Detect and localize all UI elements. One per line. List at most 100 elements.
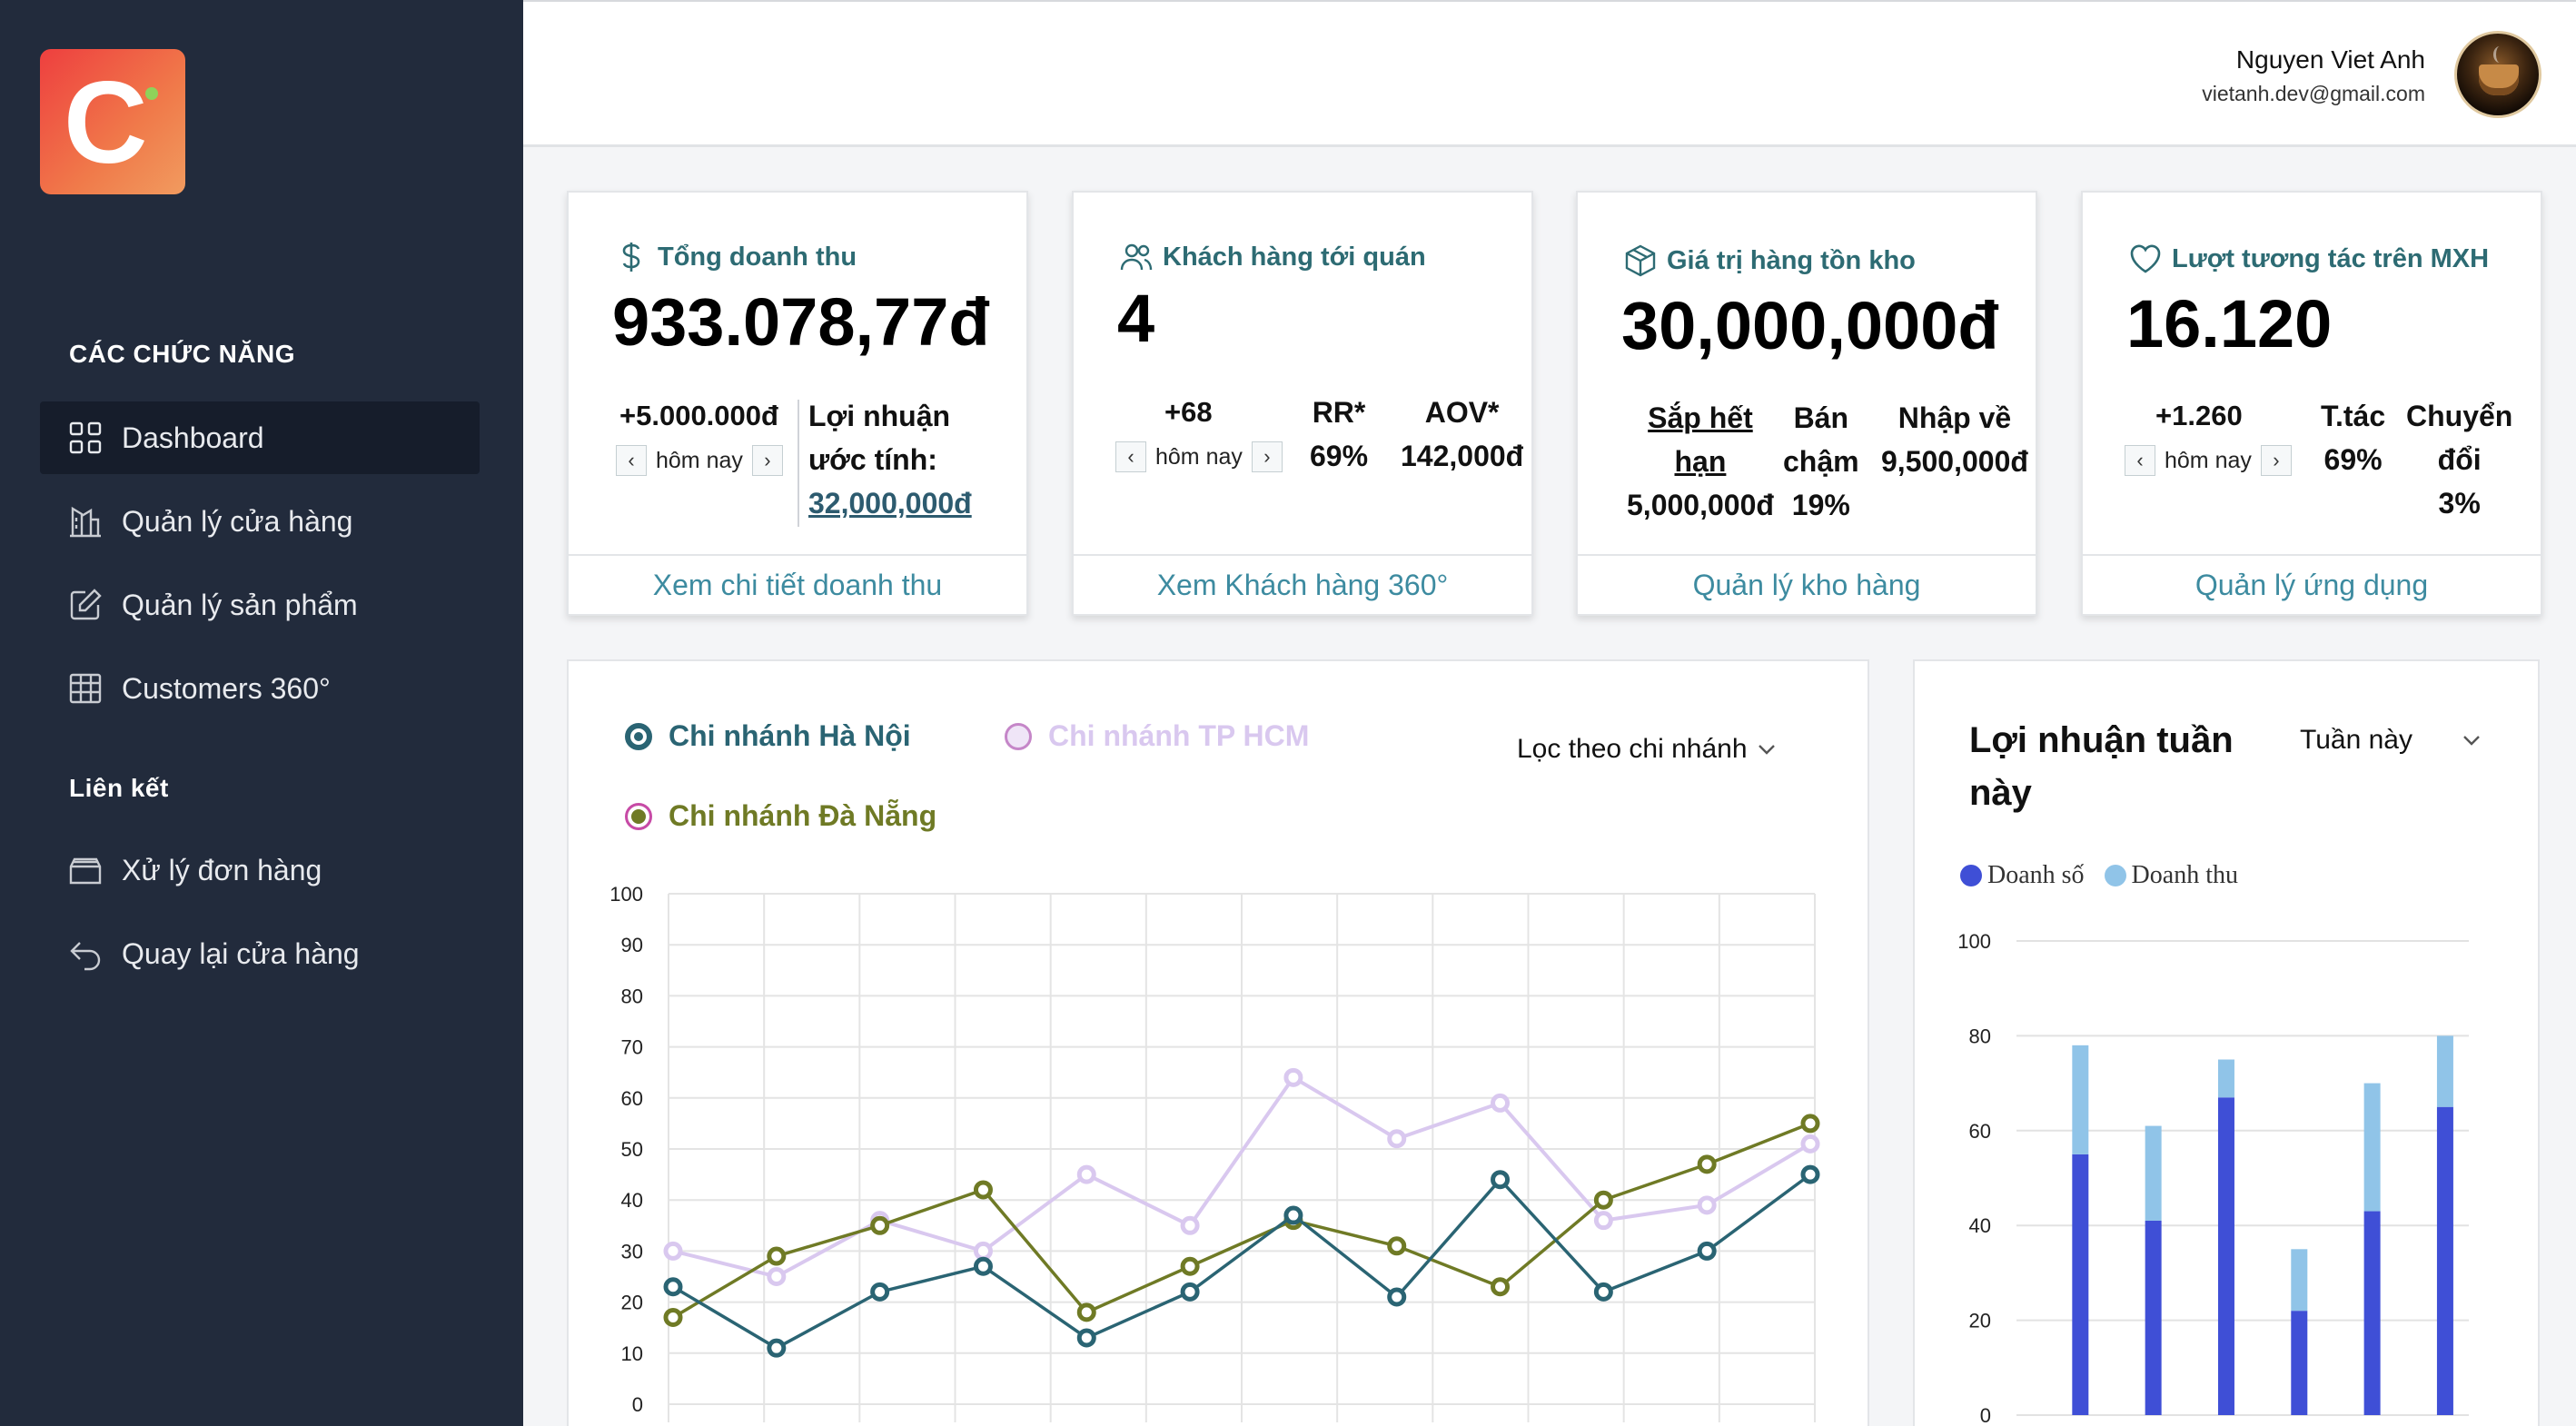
bar-segment (2291, 1249, 2308, 1312)
avatar-steam (2493, 46, 2506, 63)
data-point (1697, 1154, 1717, 1174)
sidebar: C CÁC CHỨC NĂNG Dashboard Quản lý cửa hà… (0, 0, 523, 1426)
revenue-delta: +5.000.000đ (619, 400, 778, 431)
conversion-label-line1: Chuyển (2406, 400, 2513, 432)
data-point (1491, 1093, 1511, 1113)
branch-line-chart: 0 10 20 30 40 50 60 70 80 90 100 (609, 883, 1820, 1422)
functions-heading: CÁC CHỨC NĂNG (69, 340, 296, 368)
customers-value: 4 (1117, 281, 1155, 356)
y-tick-label: 40 (1969, 1214, 1991, 1237)
profit-bar-chart: 0 20 40 60 80 100 (1957, 930, 2469, 1426)
sidebar-item-customers[interactable]: Customers 360° (40, 652, 480, 725)
data-point (973, 1180, 993, 1200)
data-point (1800, 1114, 1820, 1134)
return-icon (70, 942, 101, 971)
bar-segment (2145, 1220, 2162, 1415)
rr-label: RR* (1312, 396, 1366, 429)
aov-stat: AOV* 142,000đ (1401, 391, 1523, 478)
sidebar-item-label: Dashboard (122, 421, 264, 454)
customers-delta: +68 (1164, 396, 1213, 428)
interaction-value: 69% (2323, 443, 2383, 476)
expiring-label-line2[interactable]: hạn (1627, 440, 1774, 483)
sidebar-item-label: Quản lý sản phẩm (122, 588, 358, 621)
revenue-card-title: Tổng doanh thu (614, 240, 857, 274)
logo-dot (145, 87, 158, 100)
social-title-text: Lượt tương tác trên MXH (2172, 243, 2490, 273)
data-point (1593, 1190, 1613, 1210)
sidebar-item-label: Customers 360° (122, 671, 331, 705)
data-point (663, 1277, 683, 1297)
data-point (1180, 1256, 1200, 1276)
next-period-button[interactable]: › (2260, 445, 2292, 476)
slow-label-line2: chậm (1783, 445, 1859, 478)
bar-segment (2072, 1154, 2089, 1415)
interaction-stat: T.tác 69% (2321, 394, 2385, 481)
app-logo[interactable]: C (40, 49, 185, 194)
expiring-label-line1[interactable]: Sắp hết (1627, 396, 1774, 440)
data-point (1800, 1164, 1820, 1184)
prev-period-button[interactable]: ‹ (2125, 445, 2155, 476)
import-value: 9,500,000đ (1881, 445, 2028, 478)
top-header: Nguyen Viet Anh vietanh.dev@gmail.com (523, 0, 2576, 147)
inventory-card: Giá trị hàng tồn kho 30,000,000đ Sắp hết… (1576, 191, 2037, 616)
aov-value: 142,000đ (1401, 440, 1524, 472)
sidebar-item-orders[interactable]: Xử lý đơn hàng (40, 834, 480, 906)
data-point (767, 1338, 787, 1358)
inventory-manage-link[interactable]: Quản lý kho hàng (1578, 554, 2036, 614)
customers-card: Khách hàng tới quán 4 +68 ‹ hôm nay › RR… (1072, 191, 1533, 616)
data-point (663, 1307, 683, 1327)
y-tick-label: 30 (621, 1240, 643, 1263)
expiring-value: 5,000,000đ (1627, 489, 1774, 521)
bar-segment (2217, 1059, 2234, 1098)
sidebar-item-label: Quản lý cửa hàng (122, 504, 353, 538)
data-point (1593, 1282, 1613, 1302)
avatar[interactable] (2454, 31, 2541, 118)
edit-icon (70, 589, 102, 620)
store-icon (70, 506, 101, 538)
revenue-details-link[interactable]: Xem chi tiết doanh thu (569, 554, 1026, 614)
data-point (1491, 1170, 1511, 1190)
import-label: Nhập về (1897, 401, 2012, 434)
y-tick-label: 40 (621, 1189, 643, 1212)
conversion-stat: Chuyển đổi 3% (2406, 394, 2512, 525)
data-point (1387, 1236, 1407, 1256)
inventory-card-title: Giá trị hàng tồn kho (1623, 243, 1916, 278)
sidebar-item-label: Quay lại cửa hàng (122, 936, 360, 970)
social-card-title: Lượt tương tác trên MXH (2128, 242, 2489, 276)
prev-period-button[interactable]: ‹ (1115, 441, 1146, 472)
data-point (1387, 1129, 1407, 1149)
dollar-icon (622, 243, 640, 272)
profit-value-link[interactable]: 32,000,000đ (808, 481, 972, 525)
social-card: Lượt tương tác trên MXH 16.120 +1.260 ‹ … (2081, 191, 2542, 616)
sidebar-item-back-to-store[interactable]: Quay lại cửa hàng (40, 917, 480, 990)
social-period-stepper: ‹ hôm nay › (2125, 445, 2292, 476)
data-point (1491, 1277, 1511, 1297)
user-email: vietanh.dev@gmail.com (2202, 82, 2425, 105)
customers-360-link[interactable]: Xem Khách hàng 360° (1074, 554, 1531, 614)
y-tick-label: 20 (1969, 1310, 1991, 1332)
conversion-value: 3% (2438, 487, 2481, 520)
app-manage-link[interactable]: Quản lý ứng dụng (2083, 554, 2541, 614)
y-tick-label: 60 (621, 1087, 643, 1110)
data-point (1697, 1195, 1717, 1215)
profit-label-line1: Lợi nhuận (808, 400, 951, 432)
heart-icon (2130, 244, 2161, 273)
prev-period-button[interactable]: ‹ (616, 445, 647, 476)
sidebar-item-dashboard[interactable]: Dashboard (40, 401, 480, 474)
next-period-button[interactable]: › (1251, 441, 1283, 472)
data-point (1180, 1215, 1200, 1235)
customers-period-stepper: ‹ hôm nay › (1115, 441, 1283, 472)
data-point (870, 1215, 890, 1235)
profit-estimate: Lợi nhuận ước tính: 32,000,000đ (808, 394, 972, 525)
next-period-button[interactable]: › (751, 445, 783, 476)
grid-icon (69, 421, 102, 454)
profit-chart-panel: Lợi nhuận tuần này Tuần này Doanh số Doa… (1913, 659, 2540, 1426)
revenue-period-stepper: ‹ hôm nay › (616, 445, 783, 476)
data-point (1593, 1211, 1613, 1231)
sidebar-item-store[interactable]: Quản lý cửa hàng (40, 485, 480, 558)
y-tick-label: 70 (621, 1036, 643, 1059)
package-icon (1625, 244, 1656, 277)
sidebar-item-products[interactable]: Quản lý sản phẩm (40, 569, 480, 641)
data-point (767, 1267, 787, 1286)
y-tick-label: 100 (609, 883, 643, 906)
